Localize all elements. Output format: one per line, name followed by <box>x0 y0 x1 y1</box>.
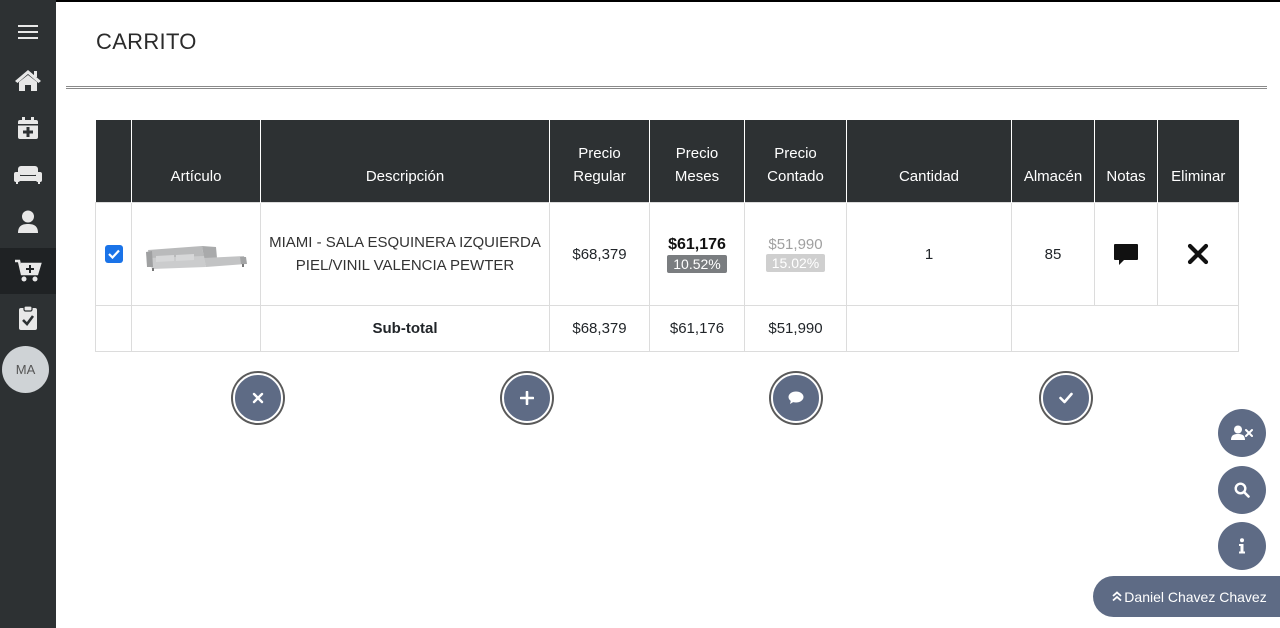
chevron-double-up-icon <box>1112 591 1122 602</box>
sidebar-item-home[interactable] <box>0 57 56 103</box>
subtotal-empty-cell <box>846 305 1012 352</box>
user-menu-button[interactable]: Daniel Chavez Chavez <box>1093 576 1280 617</box>
precio-regular-cell: $68,379 <box>549 202 650 306</box>
description-cell: MIAMI - SALA ESQUINERA IZQUIERDA PIEL/VI… <box>260 202 550 306</box>
check-icon <box>107 249 120 259</box>
header-eliminar: Eliminar <box>1157 120 1239 203</box>
avatar[interactable]: MA <box>2 346 49 393</box>
precio-meses-value: $61,176 <box>668 235 726 253</box>
select-checkbox[interactable] <box>104 245 123 263</box>
user-icon <box>18 210 38 233</box>
info-button[interactable] <box>1218 522 1266 570</box>
cart-icon <box>15 259 42 282</box>
sidebar-item-clipboard[interactable] <box>0 295 56 341</box>
header-notas: Notas <box>1094 120 1158 203</box>
header-select <box>95 120 132 203</box>
comment-icon[interactable] <box>1113 241 1139 267</box>
subtotal-empty-cell <box>1011 305 1239 352</box>
header-precio-regular-line2: Regular <box>573 168 626 185</box>
header-precio-contado: Precio Contado <box>744 120 847 203</box>
home-icon <box>15 70 41 91</box>
header-cantidad: Cantidad <box>846 120 1012 203</box>
eliminar-cell <box>1157 202 1239 306</box>
calendar-plus-icon <box>18 117 38 139</box>
sidebar-item-user[interactable] <box>0 199 56 245</box>
check-icon <box>1059 392 1073 404</box>
subtotal-precio-regular: $68,379 <box>549 305 650 352</box>
menu-toggle-button[interactable] <box>0 9 56 55</box>
search-icon <box>1234 482 1250 498</box>
precio-contado-cell: $51,990 15.02% <box>744 202 847 306</box>
precio-meses-cell: $61,176 10.52% <box>649 202 745 306</box>
descuento-meses-badge: 10.52% <box>667 254 727 273</box>
user-name: Daniel Chavez Chavez <box>1124 588 1267 605</box>
subtotal-empty-cell <box>131 305 261 352</box>
header-precio-regular-line1: Precio <box>578 145 621 162</box>
comment-icon <box>788 391 804 404</box>
almacen-cell: 85 <box>1011 202 1095 306</box>
header-descripcion: Descripción <box>260 120 550 203</box>
sidebar-item-calendar[interactable] <box>0 105 56 151</box>
cancel-button[interactable] <box>233 373 283 423</box>
header-precio-contado-line1: Precio <box>774 145 817 162</box>
header-articulo: Artículo <box>131 120 261 203</box>
sidebar: MA <box>0 0 56 628</box>
table-row: MIAMI - SALA ESQUINERA IZQUIERDA PIEL/VI… <box>95 202 1239 306</box>
header-almacen: Almacén <box>1011 120 1095 203</box>
user-times-icon <box>1231 425 1253 440</box>
subtotal-row: Sub-total $68,379 $61,176 $51,990 <box>95 305 1239 352</box>
confirm-button[interactable] <box>1041 373 1091 423</box>
cantidad-cell[interactable]: 1 <box>846 202 1012 306</box>
sidebar-item-sofa[interactable] <box>0 152 56 198</box>
header-precio-meses-line1: Precio <box>675 145 719 162</box>
page-title: CARRITO <box>96 29 197 54</box>
couch-icon <box>14 166 42 184</box>
select-cell <box>95 202 132 306</box>
close-icon[interactable] <box>1187 243 1209 265</box>
subtotal-precio-meses: $61,176 <box>649 305 745 352</box>
info-icon <box>1239 538 1245 554</box>
sofa-image <box>146 246 247 271</box>
notas-cell <box>1094 202 1158 306</box>
article-image-cell <box>131 202 261 306</box>
comment-button[interactable] <box>771 373 821 423</box>
top-border <box>0 0 1280 2</box>
header-precio-meses-line2: Meses <box>674 168 720 185</box>
header-precio-regular: Precio Regular <box>549 120 650 203</box>
sidebar-item-cart[interactable] <box>0 248 56 294</box>
add-button[interactable] <box>502 373 552 423</box>
subtotal-precio-contado: $51,990 <box>744 305 847 352</box>
search-button[interactable] <box>1218 466 1266 514</box>
table-header-row: Artículo Descripción Precio Regular Preci… <box>95 120 1239 203</box>
cart-table: Artículo Descripción Precio Regular Preci… <box>95 120 1239 352</box>
hamburger-icon <box>18 25 38 39</box>
times-icon <box>252 392 264 404</box>
clipboard-check-icon <box>19 305 37 330</box>
subtotal-label: Sub-total <box>260 305 550 352</box>
divider <box>66 86 1267 89</box>
header-precio-meses: Precio Meses <box>649 120 745 203</box>
header-precio-contado-line2: Contado <box>767 168 824 185</box>
precio-contado-value: $51,990 <box>768 236 823 253</box>
plus-icon <box>520 391 534 405</box>
subtotal-empty-cell <box>95 305 132 352</box>
remove-user-button[interactable] <box>1218 409 1266 457</box>
descuento-contado-badge: 15.02% <box>765 254 826 272</box>
